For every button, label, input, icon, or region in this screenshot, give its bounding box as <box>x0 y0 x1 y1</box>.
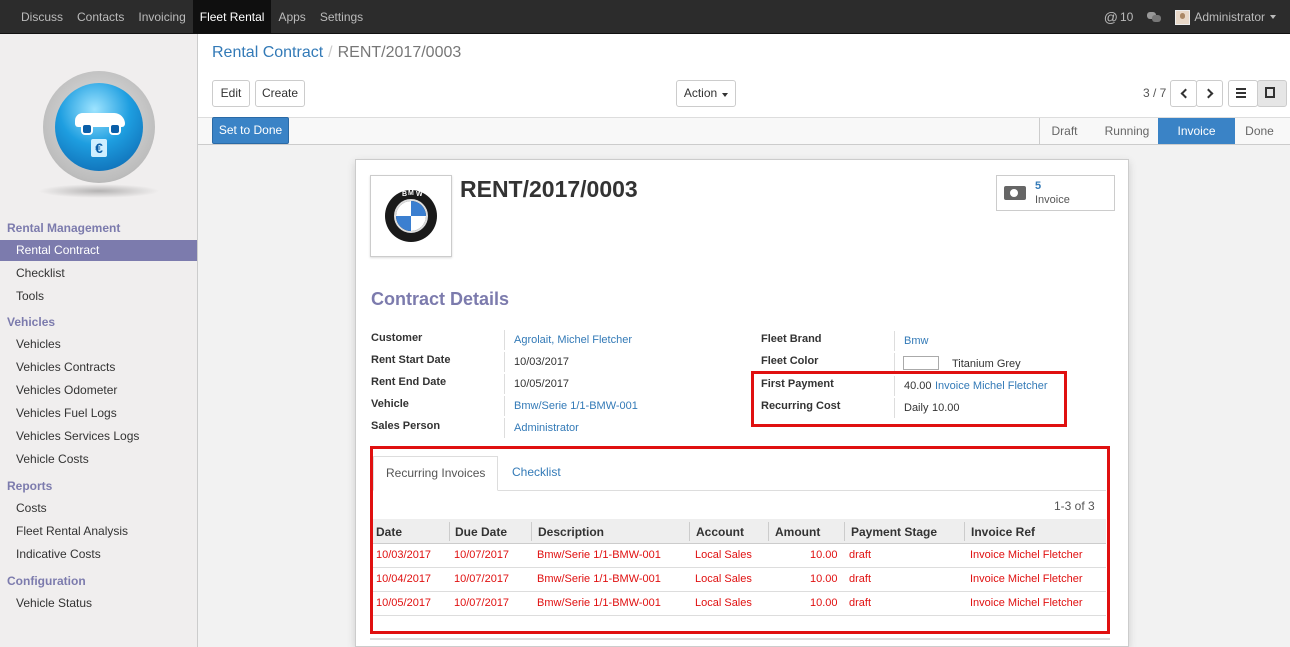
stage-done[interactable]: Done <box>1237 118 1282 144</box>
menu-apps[interactable]: Apps <box>271 0 312 34</box>
caret-down-icon <box>1270 15 1276 19</box>
menu-settings[interactable]: Settings <box>313 0 370 34</box>
record-pager: 3 / 7 <box>1143 86 1167 100</box>
invoice-smart-button[interactable]: 5 Invoice <box>996 175 1115 211</box>
customer-field[interactable]: Agrolait, Michel Fletcher <box>514 334 632 346</box>
sidebar-item-costs[interactable]: Costs <box>0 498 197 519</box>
edit-form-icon <box>1265 87 1275 98</box>
fleet-brand-label: Fleet Brand <box>761 333 822 345</box>
mentions-count: 10 <box>1119 10 1134 24</box>
invoice-label: Invoice <box>1035 194 1070 206</box>
section-vehicles: Vehicles <box>7 315 56 329</box>
sidebar-item-vehicles-contracts[interactable]: Vehicles Contracts <box>0 357 197 378</box>
action-label: Action <box>683 86 718 100</box>
sidebar-item-vehicle-costs[interactable]: Vehicle Costs <box>0 449 197 470</box>
stage-invoice[interactable]: Invoice <box>1158 118 1235 144</box>
rent-end-date-label: Rent End Date <box>371 376 447 388</box>
set-to-done-button[interactable]: Set to Done <box>212 117 289 144</box>
breadcrumb-current: RENT/2017/0003 <box>337 44 462 61</box>
contract-details-title: Contract Details <box>371 289 510 309</box>
invoice-count: 5 <box>1035 180 1042 192</box>
list-view-button[interactable] <box>1228 80 1258 107</box>
caret-down-icon <box>722 93 729 97</box>
edit-button[interactable]: Edit <box>212 80 250 107</box>
sidebar-item-vehicles-fuel-logs[interactable]: Vehicles Fuel Logs <box>0 403 197 424</box>
user-name: Administrator <box>1194 10 1265 24</box>
app-logo: € <box>43 71 155 183</box>
fleet-brand-field[interactable]: Bmw <box>904 335 928 347</box>
fleet-color-label: Fleet Color <box>761 355 819 367</box>
breadcrumb: Rental Contract / RENT/2017/0003 <box>212 44 461 62</box>
menu-contacts[interactable]: Contacts <box>70 0 131 34</box>
payment-highlight-box <box>751 371 1067 427</box>
chat-bubbles-icon <box>1147 11 1162 23</box>
stage-running[interactable]: Running <box>1096 118 1158 144</box>
sidebar-item-tools[interactable]: Tools <box>0 286 197 307</box>
sidebar-item-indicative-costs[interactable]: Indicative Costs <box>0 544 197 565</box>
customer-label: Customer <box>371 332 423 344</box>
pager-next-button[interactable] <box>1196 80 1223 107</box>
form-view-button[interactable] <box>1257 80 1287 107</box>
notebook-highlight-box <box>370 446 1110 634</box>
menu-invoicing[interactable]: Invoicing <box>131 0 192 34</box>
sidebar-item-fleet-rental-analysis[interactable]: Fleet Rental Analysis <box>0 521 197 542</box>
sidebar-item-vehicles-services-logs[interactable]: Vehicles Services Logs <box>0 426 197 447</box>
create-button[interactable]: Create <box>255 80 305 107</box>
rent-start-date-field: 10/03/2017 <box>514 356 570 368</box>
stage-draft[interactable]: Draft <box>1039 118 1089 144</box>
mentions-button[interactable]: @ 10 <box>1104 9 1134 25</box>
brand-image[interactable]: B M W <box>370 175 452 257</box>
bmw-logo: B M W <box>385 190 437 242</box>
breadcrumb-separator: / <box>328 44 333 61</box>
sidebar-item-vehicles[interactable]: Vehicles <box>0 334 197 355</box>
vehicle-field[interactable]: Bmw/Serie 1/1-BMW-001 <box>514 400 638 412</box>
menu-discuss[interactable]: Discuss <box>14 0 70 34</box>
rent-start-date-label: Rent Start Date <box>371 354 451 366</box>
money-icon <box>1004 186 1026 200</box>
list-icon <box>1236 88 1246 98</box>
breadcrumb-parent[interactable]: Rental Contract <box>212 44 323 61</box>
avatar <box>1175 9 1191 25</box>
chat-button[interactable] <box>1147 11 1162 23</box>
bmw-logo-letter-b: B <box>402 191 408 198</box>
sidebar-item-checklist[interactable]: Checklist <box>0 263 197 284</box>
pager-previous-button[interactable] <box>1170 80 1197 107</box>
sidebar-item-vehicle-status[interactable]: Vehicle Status <box>0 593 197 614</box>
record-title: RENT/2017/0003 <box>460 176 638 202</box>
sales-person-label: Sales Person <box>371 420 441 432</box>
at-icon: @ <box>1103 9 1118 25</box>
car-icon <box>75 113 125 135</box>
systray: @ 10 Administrator <box>1104 0 1290 34</box>
vehicle-label: Vehicle <box>371 398 409 410</box>
user-menu[interactable]: Administrator <box>1175 9 1276 25</box>
menu-fleet-rental[interactable]: Fleet Rental <box>192 0 272 34</box>
rent-end-date-field: 10/05/2017 <box>514 378 570 390</box>
sidebar-item-rental-contract[interactable]: Rental Contract <box>0 240 197 261</box>
section-reports: Reports <box>7 479 53 493</box>
action-dropdown[interactable]: Action <box>676 80 736 107</box>
color-swatch <box>903 356 939 370</box>
app-menu: Discuss Contacts Invoicing Fleet Rental … <box>14 0 370 34</box>
section-rental-management: Rental Management <box>7 221 121 235</box>
bmw-logo-letter-m: M <box>408 190 414 197</box>
chevron-left-icon <box>1180 88 1190 99</box>
top-navbar: Discuss Contacts Invoicing Fleet Rental … <box>0 0 1290 34</box>
sidebar-item-vehicles-odometer[interactable]: Vehicles Odometer <box>0 380 197 401</box>
bmw-logo-letter-w: W <box>416 191 423 198</box>
fleet-color-field: Titanium Grey <box>952 358 1021 370</box>
chevron-right-icon <box>1203 88 1213 99</box>
sales-person-field[interactable]: Administrator <box>514 422 579 434</box>
company-mark-icon: € <box>91 139 107 157</box>
section-configuration: Configuration <box>7 574 86 588</box>
